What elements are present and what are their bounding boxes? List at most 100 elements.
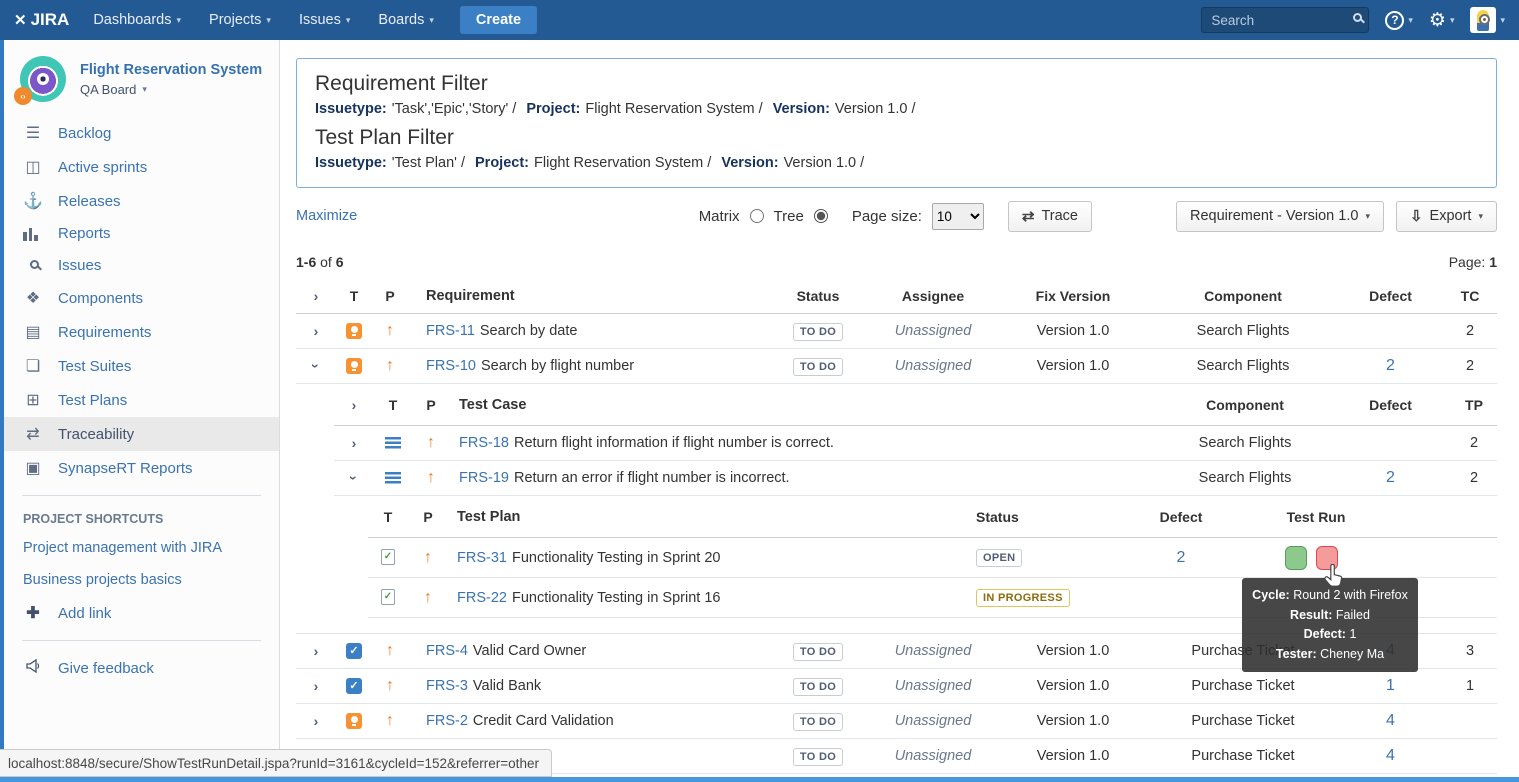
- requirement-row: › ↑ FRS-2Credit Card Validation TO DO Un…: [296, 704, 1497, 739]
- software-project-badge-icon: ‹›: [14, 87, 32, 105]
- fix-version: Version 1.0: [998, 643, 1148, 659]
- project-avatar[interactable]: ‹›: [20, 56, 66, 102]
- tc-count: 2: [1443, 323, 1497, 339]
- settings-menu[interactable]: ⚙ ▾: [1429, 11, 1455, 30]
- test-run-passed[interactable]: [1285, 546, 1307, 570]
- sidebar-item-test-plans[interactable]: ⊞ Test Plans: [4, 383, 279, 417]
- issue-key-link[interactable]: FRS-18: [459, 435, 509, 451]
- defect-count-link[interactable]: 4: [1386, 747, 1395, 764]
- sidebar-item-test-suites[interactable]: ❏ Test Suites: [4, 349, 279, 383]
- test-plan-filter-title: Test Plan Filter: [315, 126, 1478, 150]
- shortcut-project-management[interactable]: Project management with JIRA: [4, 532, 279, 564]
- priority-up-icon: ↑: [372, 322, 408, 340]
- sidebar-item-traceability[interactable]: ⇄ Traceability: [4, 417, 279, 451]
- matrix-radio[interactable]: [750, 209, 764, 223]
- status-badge: OPEN: [976, 549, 1022, 567]
- browser-status-bar: localhost:8848/secure/ShowTestRunDetail.…: [0, 749, 552, 777]
- priority-up-icon: ↑: [412, 469, 450, 487]
- reports-icon: [23, 227, 43, 241]
- export-dropdown[interactable]: ⇩ Export ▾: [1396, 201, 1497, 232]
- priority-up-icon: ↑: [372, 357, 408, 375]
- defect-count-link[interactable]: 2: [1386, 357, 1395, 374]
- tc-count: 2: [1443, 358, 1497, 374]
- matrix-label: Matrix: [699, 208, 740, 225]
- sidebar-item-reports[interactable]: Reports: [4, 218, 279, 249]
- add-link-button[interactable]: ✚ Add link: [4, 596, 279, 630]
- navbar-right: ? ▾ ⚙ ▾ ▾: [1201, 7, 1505, 33]
- sidebar-item-issues[interactable]: Issues: [4, 249, 279, 281]
- issue-key-link[interactable]: FRS-11: [426, 323, 475, 339]
- shortcut-business-projects[interactable]: Business projects basics: [4, 564, 279, 596]
- menu-boards[interactable]: Boards▾: [378, 12, 433, 28]
- test-run-cell: [1256, 546, 1376, 570]
- sidebar-item-components[interactable]: ❖ Components: [4, 281, 279, 315]
- export-icon: ⇩: [1410, 207, 1423, 225]
- requirement-type-icon: [346, 713, 362, 729]
- issue-key-link[interactable]: FRS-4: [426, 643, 468, 659]
- expand-chevron[interactable]: ›: [296, 643, 336, 659]
- assignee: Unassigned: [868, 678, 998, 694]
- test-suites-icon: ❏: [23, 356, 43, 376]
- menu-issues[interactable]: Issues▾: [299, 12, 350, 28]
- trace-button[interactable]: ⇄ Trace: [1008, 201, 1092, 232]
- jira-logo[interactable]: ✕ JIRA: [14, 10, 69, 30]
- report-version-dropdown[interactable]: Requirement - Version 1.0 ▾: [1176, 201, 1384, 232]
- issue-key-link[interactable]: FRS-2: [426, 713, 468, 729]
- expand-all-chevron[interactable]: ›: [296, 288, 336, 304]
- page-size-select[interactable]: 10: [932, 203, 984, 230]
- sidebar-item-active-sprints[interactable]: ◫ Active sprints: [4, 150, 279, 184]
- defect-count-link[interactable]: 1: [1386, 677, 1395, 694]
- assignee: Unassigned: [868, 358, 998, 374]
- menu-dashboards[interactable]: Dashboards▾: [93, 12, 181, 28]
- defect-count-link[interactable]: 2: [1177, 549, 1186, 566]
- issue-key-link[interactable]: FRS-10: [426, 358, 476, 374]
- sidebar-item-requirements[interactable]: ▤ Requirements: [4, 315, 279, 349]
- sidebar-item-synapsert-reports[interactable]: ▣ SynapseRT Reports: [4, 451, 279, 485]
- top-navbar: ✕ JIRA Dashboards▾ Projects▾ Issues▾ Boa…: [0, 0, 1519, 40]
- menu-projects[interactable]: Projects▾: [209, 12, 271, 28]
- status-badge: TO DO: [793, 678, 843, 696]
- report-actions: Requirement - Version 1.0 ▾ ⇩ Export ▾: [1176, 201, 1497, 232]
- issue-key-link[interactable]: FRS-22: [457, 590, 507, 606]
- project-shortcuts-heading: PROJECT SHORTCUTS: [4, 506, 279, 532]
- sidebar-item-backlog[interactable]: ☰ Backlog: [4, 116, 279, 150]
- expand-chevron[interactable]: ›: [334, 435, 374, 451]
- search-icon[interactable]: [1353, 13, 1362, 22]
- traceability-icon: ⇄: [23, 424, 43, 444]
- chevron-down-icon: ▾: [346, 15, 351, 26]
- expand-chevron[interactable]: ›: [296, 323, 336, 339]
- help-menu[interactable]: ? ▾: [1385, 11, 1413, 30]
- requirement-type-icon: [346, 358, 362, 374]
- create-button[interactable]: Create: [460, 6, 537, 34]
- test-case-table-header: › T P Test Case Component Defect TP: [334, 384, 1497, 426]
- defect-count-link[interactable]: 4: [1386, 712, 1395, 729]
- chevron-down-icon: ▾: [429, 15, 434, 26]
- requirement-row: › ↑ FRS-11Search by date TO DO Unassigne…: [296, 314, 1497, 349]
- test-run-failed[interactable]: [1316, 546, 1338, 570]
- collapse-chevron[interactable]: ›: [346, 458, 362, 498]
- chevron-down-icon: ▾: [1408, 15, 1413, 26]
- status-badge: TO DO: [793, 643, 843, 661]
- search-input[interactable]: [1201, 7, 1369, 33]
- expand-all-chevron[interactable]: ›: [334, 397, 374, 413]
- test-case-row: › ↑ FRS-19Return an error if flight numb…: [334, 461, 1497, 496]
- defect-count-link[interactable]: 2: [1386, 469, 1395, 486]
- priority-up-icon: ↑: [372, 677, 408, 695]
- tree-radio[interactable]: [814, 209, 828, 223]
- chevron-down-icon: ▾: [266, 15, 271, 26]
- give-feedback-button[interactable]: Give feedback: [4, 651, 279, 686]
- issue-key-link[interactable]: FRS-3: [426, 678, 468, 694]
- expand-chevron[interactable]: ›: [296, 678, 336, 694]
- tc-count: 1: [1443, 678, 1497, 694]
- maximize-link[interactable]: Maximize: [296, 208, 357, 224]
- issue-key-link[interactable]: FRS-19: [459, 470, 509, 486]
- board-switcher[interactable]: QA Board▾: [80, 82, 262, 97]
- jira-traceability-page: ✕ JIRA Dashboards▾ Projects▾ Issues▾ Boa…: [0, 0, 1519, 782]
- components-icon: ❖: [23, 288, 43, 308]
- user-menu[interactable]: ▾: [1470, 7, 1505, 33]
- sidebar-item-releases[interactable]: ⚓ Releases: [4, 184, 279, 218]
- tc-count: 3: [1443, 643, 1497, 659]
- issue-key-link[interactable]: FRS-31: [457, 550, 507, 566]
- expand-chevron[interactable]: ›: [296, 713, 336, 729]
- collapse-chevron[interactable]: ›: [308, 346, 324, 386]
